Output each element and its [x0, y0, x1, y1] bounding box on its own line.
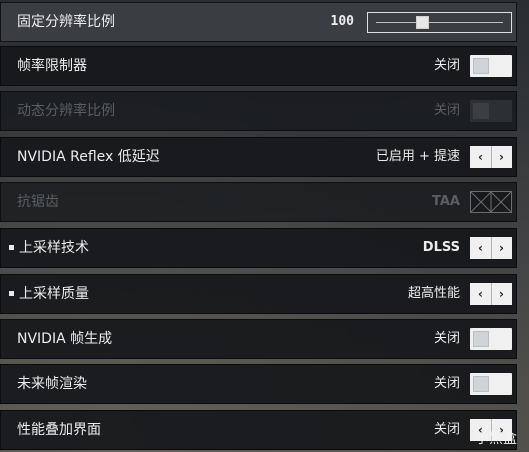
frame-generation-toggle[interactable] [470, 328, 512, 350]
setting-value: 关闭 [433, 58, 460, 73]
chevron-left-icon[interactable]: ‹ [470, 237, 492, 259]
setting-value: 超高性能 [407, 286, 460, 301]
disabled-cross-icon [471, 192, 511, 212]
setting-row-anti-aliasing: 抗锯齿 TAA [0, 182, 517, 222]
toggle-knob [473, 58, 489, 74]
toggle-knob [473, 331, 489, 347]
resolution-scale-slider[interactable] [367, 12, 512, 33]
setting-row-performance-overlay[interactable]: 性能叠加界面 关闭 ‹ › [0, 410, 517, 450]
setting-label: 帧率限制器 [17, 58, 87, 74]
slider-thumb[interactable] [415, 16, 429, 29]
bullet-icon [9, 291, 14, 296]
setting-label: 抗锯齿 [17, 194, 59, 210]
chevron-right-icon[interactable]: › [491, 237, 512, 259]
chevron-left-icon[interactable]: ‹ [470, 146, 492, 168]
setting-value: TAA [432, 194, 460, 209]
disabled-selector [470, 191, 512, 213]
setting-label: 固定分辨率比例 [17, 14, 115, 30]
future-frame-toggle[interactable] [470, 373, 512, 395]
upscaling-quality-selector[interactable]: ‹ › [470, 283, 512, 305]
upscaling-technique-selector[interactable]: ‹ › [470, 237, 512, 259]
setting-value: 关闭 [433, 376, 460, 391]
dynamic-resolution-toggle [470, 100, 512, 122]
setting-row-upscaling-quality[interactable]: 上采样质量 超高性能 ‹ › [0, 274, 517, 314]
setting-value: DLSS [422, 240, 460, 255]
setting-value: 关闭 [433, 422, 460, 437]
setting-value: 关闭 [433, 331, 460, 346]
watermark-logo: 小黑盒 [475, 431, 517, 447]
chevron-left-icon[interactable]: ‹ [470, 283, 492, 305]
setting-row-fixed-resolution-scale[interactable]: 固定分辨率比例 100 [0, 2, 517, 42]
setting-label: 未来帧渲染 [17, 376, 87, 392]
toggle-knob [473, 376, 489, 392]
slider-value: 100 [330, 14, 354, 29]
setting-label: 上采样质量 [19, 286, 89, 302]
setting-value: 关闭 [433, 103, 460, 118]
toggle-knob [473, 103, 489, 119]
framerate-limiter-toggle[interactable] [470, 55, 512, 77]
reflex-selector[interactable]: ‹ › [470, 146, 512, 168]
chevron-right-icon[interactable]: › [491, 146, 512, 168]
setting-label: NVIDIA 帧生成 [17, 331, 113, 347]
setting-row-upscaling-technique[interactable]: 上采样技术 DLSS ‹ › [0, 228, 517, 268]
setting-label: NVIDIA Reflex 低延迟 [17, 149, 160, 165]
chevron-right-icon[interactable]: › [491, 283, 512, 305]
setting-label: 上采样技术 [19, 240, 89, 256]
setting-row-nvidia-reflex[interactable]: NVIDIA Reflex 低延迟 已启用 + 提速 ‹ › [0, 137, 517, 177]
setting-row-future-frame-rendering[interactable]: 未来帧渲染 关闭 [0, 364, 517, 404]
setting-label: 性能叠加界面 [17, 422, 101, 438]
setting-row-dynamic-resolution-scale: 动态分辨率比例 关闭 [0, 91, 517, 131]
setting-row-framerate-limiter[interactable]: 帧率限制器 关闭 [0, 46, 517, 86]
bullet-icon [9, 245, 14, 250]
slider-track[interactable] [376, 22, 503, 23]
setting-row-nvidia-frame-generation[interactable]: NVIDIA 帧生成 关闭 [0, 319, 517, 359]
setting-label: 动态分辨率比例 [17, 103, 115, 119]
setting-value: 已启用 + 提速 [375, 149, 460, 164]
